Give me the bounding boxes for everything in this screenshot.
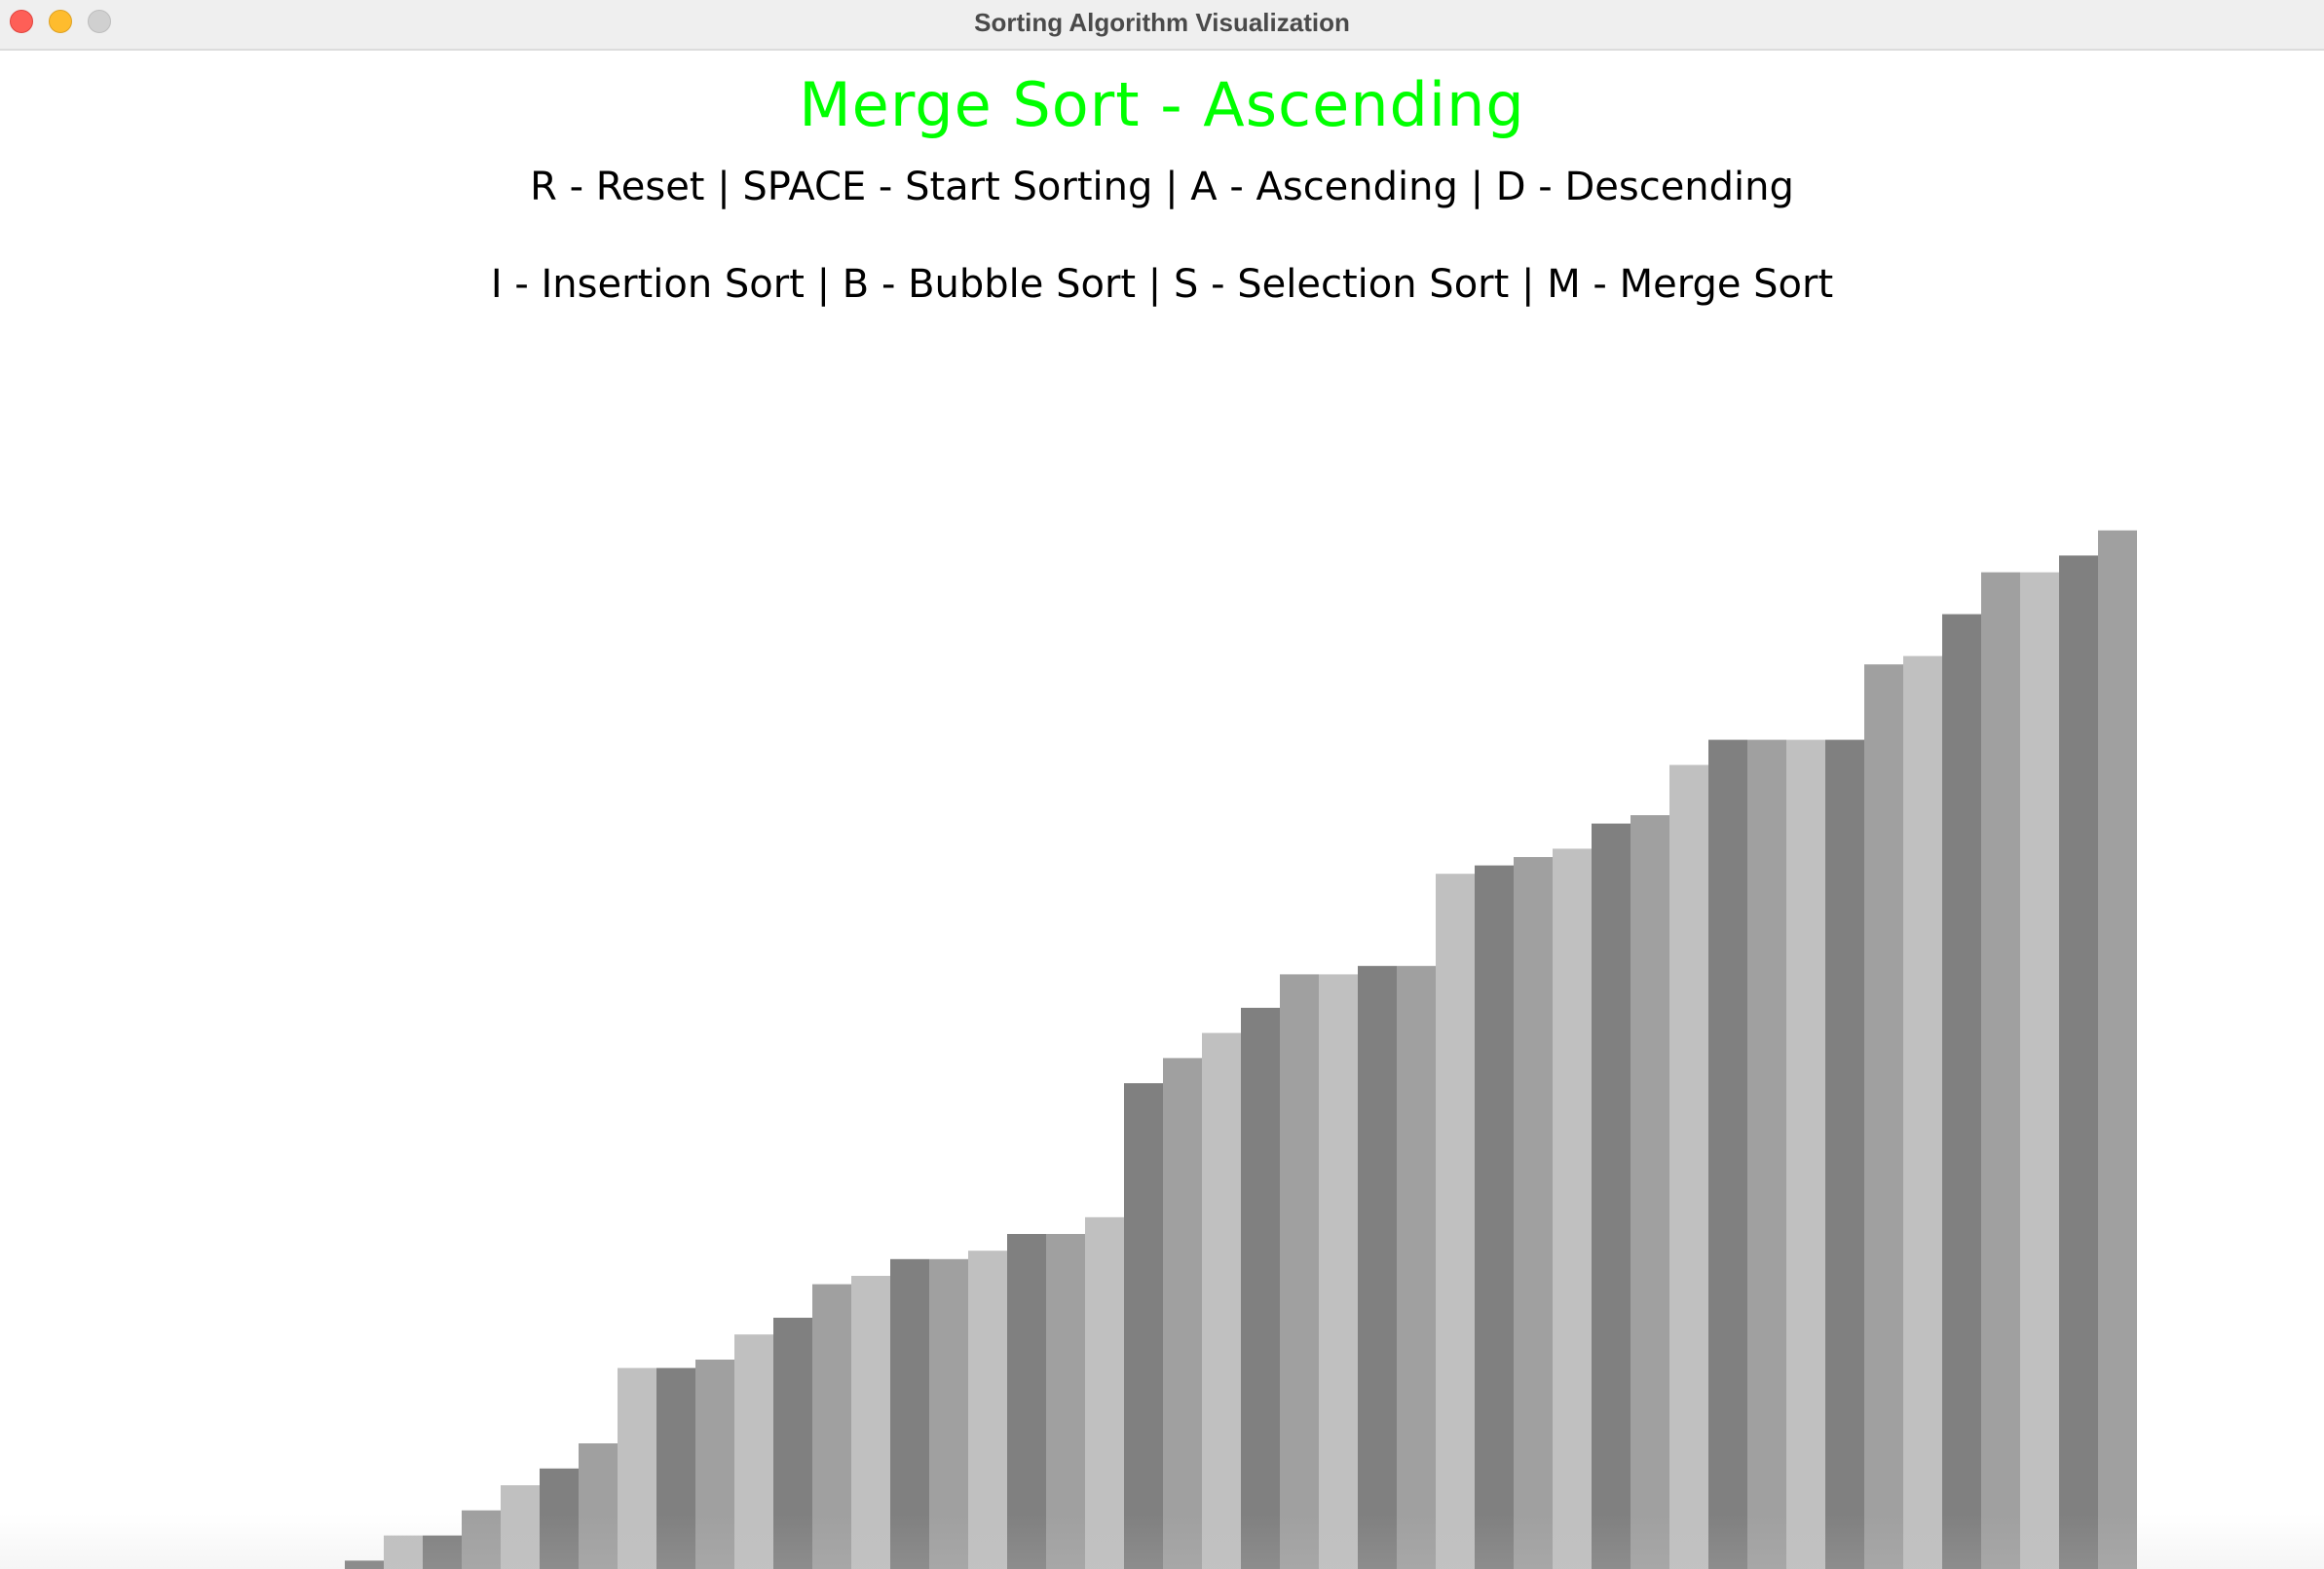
array-bar xyxy=(812,1284,851,1569)
array-bar xyxy=(1358,965,1397,1569)
array-bar xyxy=(1864,664,1903,1569)
array-bar xyxy=(1046,1234,1085,1569)
array-bar xyxy=(1903,655,1942,1569)
array-bar xyxy=(618,1367,656,1569)
array-bar xyxy=(423,1535,462,1569)
array-bar xyxy=(1669,765,1708,1569)
array-bar xyxy=(1085,1216,1124,1569)
array-bar xyxy=(1202,1032,1241,1569)
array-bar xyxy=(1124,1083,1163,1569)
array-bar xyxy=(1163,1058,1202,1569)
array-bar xyxy=(1397,965,1436,1569)
array-bar xyxy=(384,1535,423,1569)
array-bar xyxy=(1825,739,1864,1569)
array-bar xyxy=(1436,874,1475,1569)
array-bar xyxy=(734,1334,773,1569)
array-bar xyxy=(2098,530,2137,1569)
array-bar xyxy=(1981,572,2020,1569)
array-bar xyxy=(2059,555,2098,1569)
array-bar xyxy=(929,1258,968,1569)
array-bar xyxy=(1319,974,1358,1569)
array-bar xyxy=(656,1367,695,1569)
array-bar xyxy=(695,1360,734,1569)
array-bar xyxy=(1786,739,1825,1569)
array-bar xyxy=(1280,974,1319,1569)
array-bar xyxy=(773,1318,812,1569)
array-bar xyxy=(1007,1234,1046,1569)
array-bar xyxy=(540,1468,579,1569)
array-bar xyxy=(345,1560,384,1569)
array-bar xyxy=(851,1276,890,1569)
app-window: Sorting Algorithm Visualization Merge So… xyxy=(0,0,2324,1569)
array-bar xyxy=(2020,572,2059,1569)
array-bar xyxy=(501,1485,540,1569)
array-bar xyxy=(579,1443,618,1569)
array-bar xyxy=(1631,815,1669,1569)
array-bar xyxy=(1553,848,1592,1569)
array-bar xyxy=(1708,739,1747,1569)
array-bar xyxy=(1475,865,1514,1569)
sorting-bar-chart xyxy=(345,530,2137,1569)
array-bar xyxy=(1241,1007,1280,1569)
array-bar xyxy=(1942,614,1981,1569)
array-bar xyxy=(1747,739,1786,1569)
array-bar xyxy=(968,1251,1007,1569)
array-bar xyxy=(462,1510,501,1569)
array-bar xyxy=(1514,857,1553,1569)
array-bar xyxy=(1592,823,1631,1569)
array-bar xyxy=(890,1258,929,1569)
